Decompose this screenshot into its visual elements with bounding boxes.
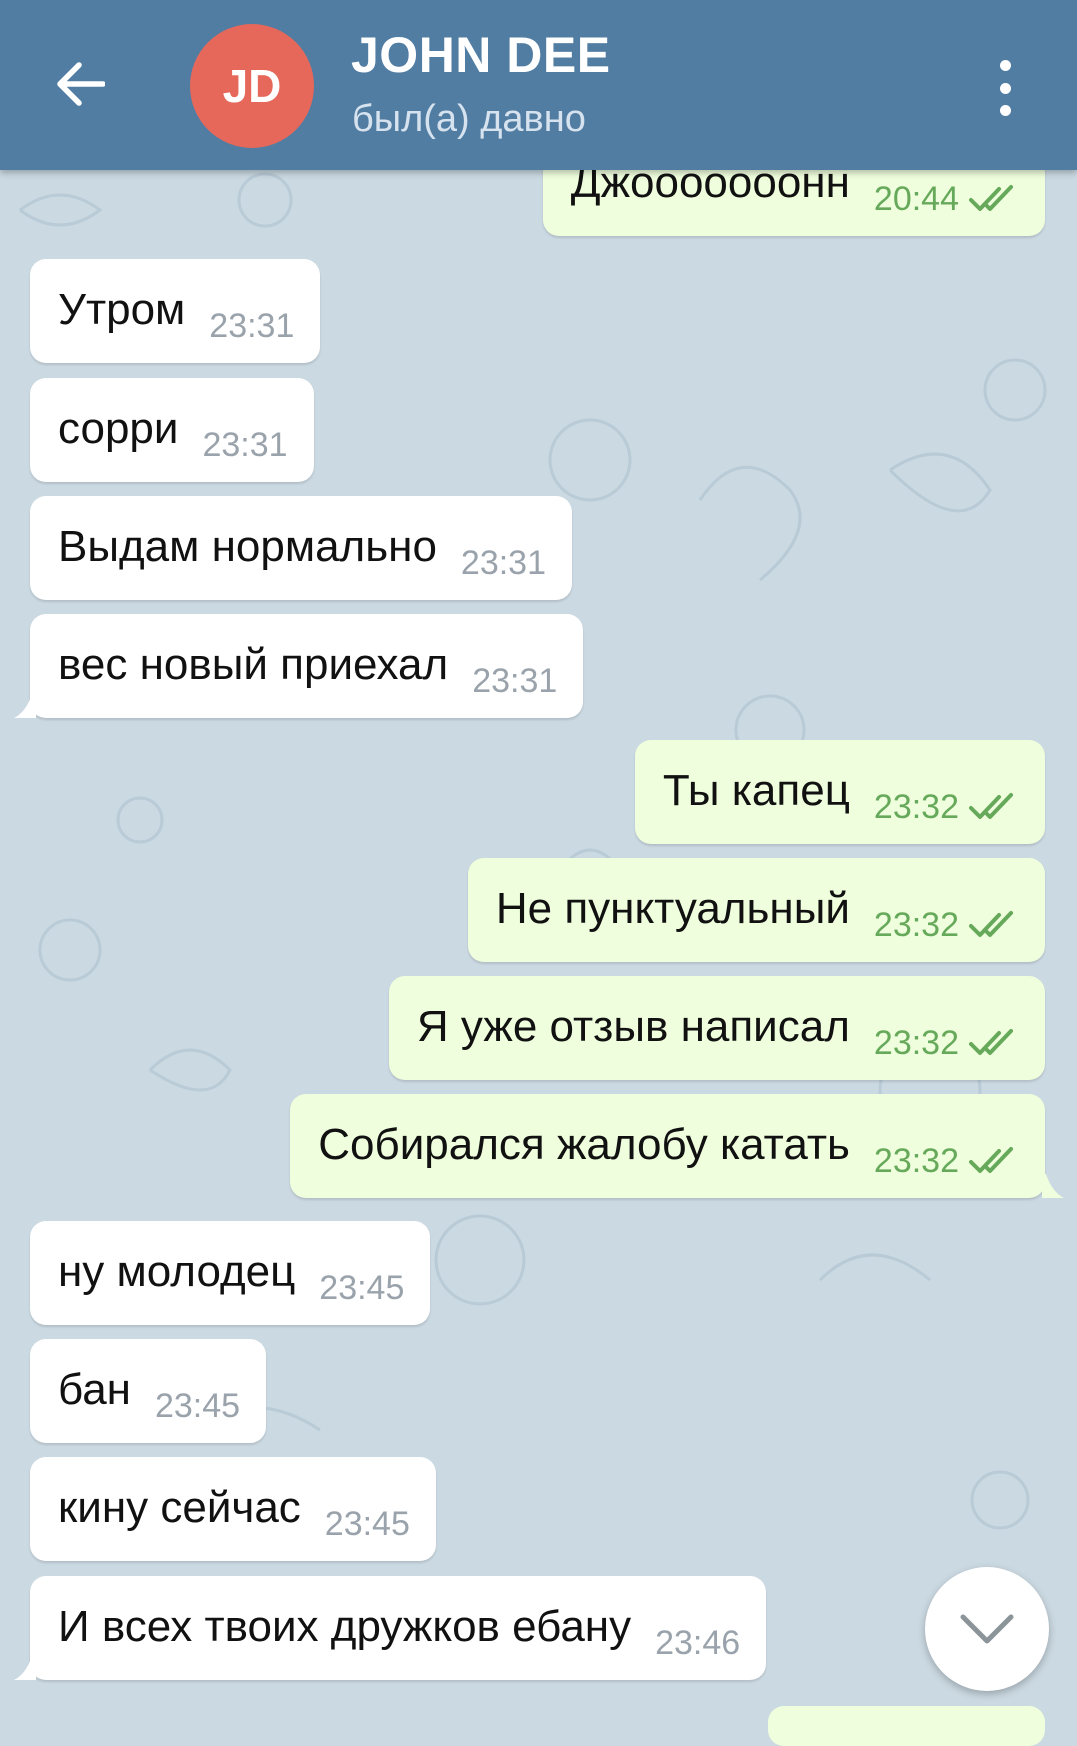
message-bubble-incoming[interactable]: сорри 23:31 [30,378,314,482]
message-text: сорри [58,404,179,453]
back-button[interactable] [44,48,116,120]
double-check-icon [969,1029,1013,1055]
more-menu-button[interactable] [985,52,1025,124]
chevron-down-icon [960,1614,1014,1644]
last-seen-status: был(а) давно [352,98,586,140]
message-list[interactable]: Джооооооонн 20:44 Утром 23:31 сорри 23:3… [0,170,1077,1722]
double-check-icon [969,1147,1013,1173]
message-bubble-incoming[interactable]: вес новый приехал 23:31 [30,614,584,718]
avatar[interactable]: JD [190,24,314,148]
message-time: 23:31 [202,426,288,464]
message-text: И всех твоих дружков ебану [58,1602,632,1651]
message-time: 23:32 [873,906,959,944]
avatar-initials: JD [222,60,282,112]
bubble-tail [14,1656,36,1680]
message-time: 23:32 [873,1142,959,1180]
message-time: 23:45 [319,1269,405,1307]
message-text: Я уже отзыв написал [416,1002,850,1051]
message-text: кину сейчас [58,1483,301,1532]
message-bubble-incoming[interactable]: И всех твоих дружков ебану 23:46 [30,1576,767,1680]
message-bubble-incoming[interactable]: бан 23:45 [30,1339,267,1443]
message-time: 23:46 [655,1624,741,1662]
message-bubble-incoming[interactable]: Утром 23:31 [30,259,321,363]
double-check-icon [969,793,1013,819]
contact-name[interactable]: JOHN DEE [351,26,611,84]
message-time: 23:31 [460,544,547,582]
bubble-tail [1042,1174,1064,1198]
message-text: Собирался жалобу катать [318,1120,850,1169]
message-text: вес новый приехал [58,640,449,689]
double-check-icon [969,185,1013,211]
message-bubble-incoming[interactable]: Выдам нормально 23:31 [30,496,573,600]
message-bubble-outgoing[interactable]: Ты капец 23:32 [634,740,1045,844]
message-time: 23:45 [324,1505,410,1543]
message-time: 23:32 [873,788,959,826]
message-bubble-outgoing[interactable]: Я уже отзыв написал 23:32 [388,976,1045,1080]
message-text: Не пунктуальный [495,884,850,933]
message-time: 23:31 [472,662,558,700]
message-time: 23:32 [873,1024,959,1062]
message-bubble-outgoing[interactable]: Не пунктуальный 23:32 [467,858,1045,962]
arrow-left-icon [57,62,105,106]
more-vertical-icon [999,60,1011,71]
bubble-tail [14,694,36,718]
scroll-down-button[interactable] [925,1567,1049,1691]
message-time: 23:31 [209,307,295,345]
message-bubble-outgoing[interactable]: Собирался жалобу катать 23:32 [290,1094,1045,1198]
message-text: Ты капец [662,766,850,815]
message-text: ну молодец [58,1247,296,1296]
message-bubble-incoming[interactable]: ну молодец 23:45 [30,1221,431,1325]
message-bubble-outgoing-partial[interactable] [768,1706,1045,1746]
double-check-icon [969,911,1013,937]
message-time: 23:45 [154,1387,241,1425]
message-text: Выдам нормально [58,522,437,571]
chat-header: JD JOHN DEE был(а) давно [0,0,1077,170]
message-bubble-incoming[interactable]: кину сейчас 23:45 [30,1457,436,1561]
message-time: 20:44 [873,180,959,218]
message-text: бан [58,1365,131,1414]
message-bubble-outgoing[interactable]: Джооооооонн 20:44 [542,170,1045,236]
message-text: Утром [58,285,186,334]
message-text: Джооооооонн [570,170,850,207]
